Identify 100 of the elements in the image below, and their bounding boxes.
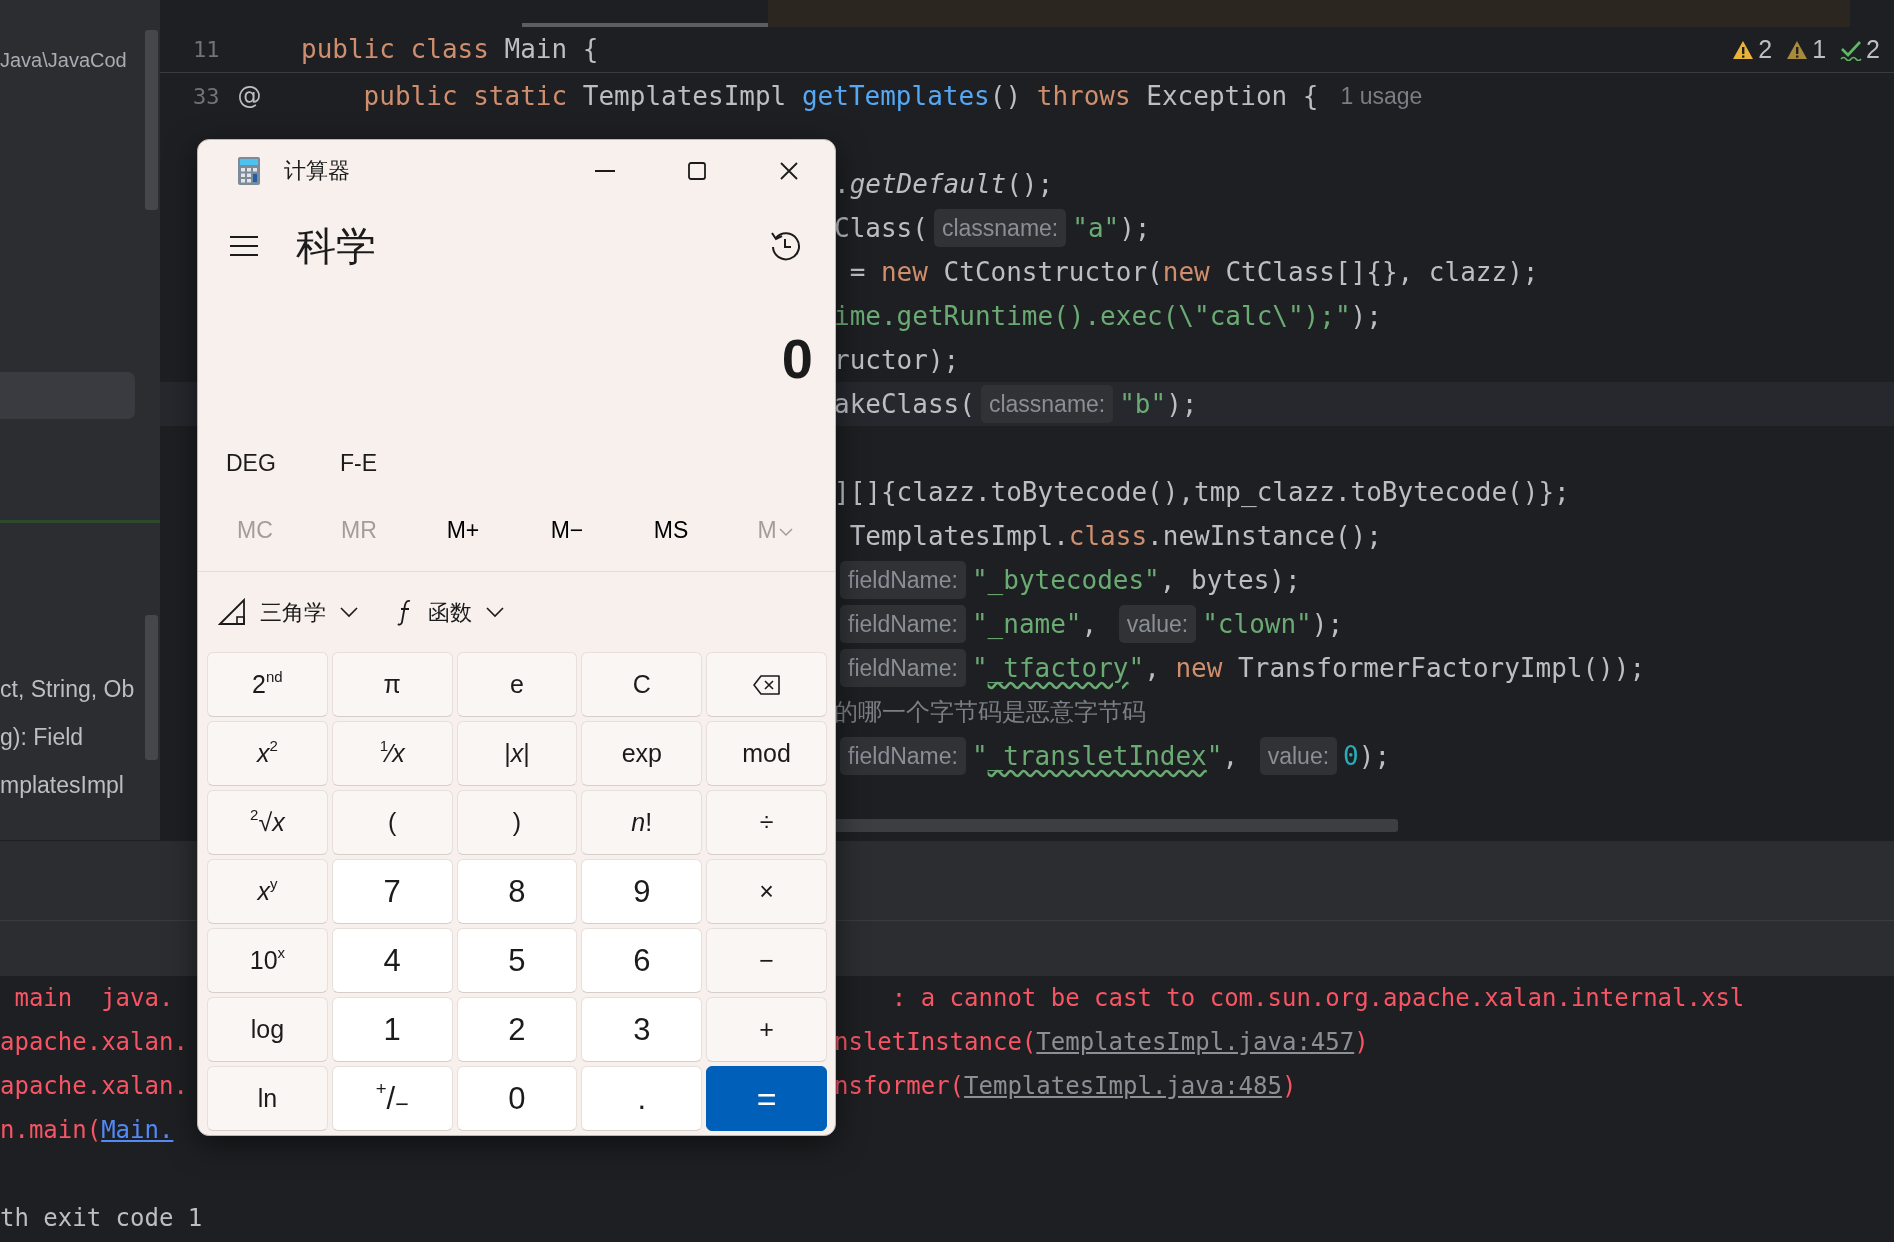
scrollbar[interactable] — [145, 615, 158, 760]
code-text: "_transletIndex", — [971, 739, 1240, 773]
inlay-hint: fieldName: — [840, 736, 966, 776]
backspace-button[interactable] — [706, 652, 827, 717]
code-text: 0); — [1343, 739, 1391, 773]
file-link[interactable]: Main. — [101, 1112, 174, 1148]
notation-button[interactable]: F-E — [340, 446, 454, 481]
code-text: "b"); — [1119, 387, 1198, 421]
problem-count: 2 — [1758, 33, 1773, 65]
calculator-key[interactable]: ( — [331, 790, 453, 855]
code-text: public class Main { — [301, 33, 599, 66]
chevron-icon — [778, 526, 793, 539]
memory-button[interactable]: M+ — [411, 513, 515, 548]
console-text: nsletInstance( — [834, 1027, 1037, 1058]
calculator-key[interactable]: x$^{2}$ — [207, 721, 328, 786]
calculator-key[interactable]: 8 — [456, 859, 578, 924]
calculator-key[interactable]: $^{1}$⁄x — [331, 721, 453, 786]
scrollbar[interactable] — [145, 30, 158, 210]
display-value: 0 — [781, 326, 813, 393]
calculator-key[interactable]: π — [331, 652, 453, 717]
angle-unit-button[interactable]: DEG — [226, 446, 340, 481]
calculator-key[interactable]: ) — [456, 790, 578, 855]
code-text: .getDefault(); — [834, 167, 1054, 201]
code-text: "a"); — [1072, 211, 1151, 245]
code-text: akeClass( — [834, 387, 975, 421]
close-icon — [779, 160, 799, 181]
calculator-key[interactable]: = — [706, 1066, 827, 1131]
inlay-hint: value: — [1118, 604, 1197, 644]
minimize-icon — [595, 169, 615, 172]
override-marker[interactable]: @ — [237, 78, 262, 114]
file-link[interactable]: TemplatesImpl.java:485 — [964, 1068, 1282, 1104]
code-text: "_tfactory", new TransformerFactoryImpl()); — [971, 651, 1646, 685]
calculator-key[interactable]: 3 — [581, 997, 703, 1062]
calculator-key[interactable]: 0 — [456, 1066, 578, 1131]
structure-item[interactable]: ct, String, Ob — [0, 665, 160, 713]
memory-button[interactable]: M− — [515, 513, 619, 548]
triangle-icon — [218, 598, 246, 627]
calculator-key[interactable]: log — [207, 997, 328, 1062]
code-text: "_bytecodes", bytes); — [971, 563, 1301, 597]
console-text: th exit code 1 — [0, 1203, 203, 1234]
calculator-key[interactable]: 6 — [581, 928, 703, 993]
window-title: 计算器 — [284, 157, 350, 186]
code-text: = new CtConstructor(new CtClass[]{}, clazz); — [848, 255, 1539, 289]
chevron-icon — [486, 606, 504, 619]
chevron-icon — [340, 606, 358, 619]
scrollbar[interactable] — [834, 819, 1398, 832]
calculator-key[interactable]: 10$^{x}$ — [207, 928, 328, 993]
calculator-key[interactable]: n! — [581, 790, 703, 855]
calculator-key[interactable]: mod — [706, 721, 827, 786]
calculator-key[interactable]: 1 — [331, 997, 453, 1062]
line-number: 33 — [193, 82, 220, 111]
code-text: TemplatesImpl.class.newInstance(); — [848, 519, 1382, 553]
calculator-key[interactable]: $^{+}$/$_{−}$ — [331, 1066, 453, 1131]
calculator-key[interactable]: 4 — [331, 928, 453, 993]
inlay-hint: fieldName: — [840, 648, 966, 688]
dropdown-button[interactable]: 三角学 — [218, 595, 358, 629]
calculator-key[interactable]: |x| — [456, 721, 578, 786]
calculator-key[interactable]: × — [706, 859, 827, 924]
project-path: Java\JavaCod — [0, 48, 127, 73]
calculator-key[interactable]: 2$^{nd}$ — [207, 652, 328, 717]
code-text: Class( — [834, 211, 928, 245]
calculator-key[interactable]: ln — [207, 1066, 328, 1131]
calculator-key[interactable]: C — [581, 652, 703, 717]
calculator-key[interactable]: 9 — [581, 859, 703, 924]
structure-item[interactable]: g): Field — [0, 713, 160, 761]
inlay-hint: fieldName: — [840, 560, 966, 600]
calculator-key[interactable]: − — [706, 928, 827, 993]
history-icon — [769, 229, 801, 262]
problem-count: 2 — [1866, 33, 1880, 65]
backspace-icon — [752, 673, 781, 696]
inlay-hint: value: — [1259, 736, 1338, 776]
file-link[interactable]: TemplatesImpl.java:457 — [1036, 1024, 1355, 1060]
inlay-hint: classname: — [980, 384, 1114, 424]
console-text: main java. — [13, 983, 174, 1014]
calculator-key[interactable]: e — [456, 652, 578, 717]
memory-button[interactable]: MS — [619, 513, 723, 548]
problem-count: 1 — [1812, 33, 1827, 65]
calculator-key[interactable]: $^{2}$√x — [207, 790, 328, 855]
calculator-icon — [238, 156, 260, 185]
structure-item[interactable]: mplatesImpl — [0, 761, 160, 809]
calculator-key[interactable]: 7 — [331, 859, 453, 924]
usage-hint[interactable]: 1 usage — [1340, 78, 1423, 114]
code-text: "_name", — [971, 607, 1099, 641]
console-text: apache.xalan. — [0, 1071, 188, 1102]
calculator-key[interactable]: exp — [581, 721, 703, 786]
calculator-key[interactable]: + — [706, 997, 827, 1062]
calculator-key[interactable]: . — [581, 1066, 703, 1131]
code-text: ime.getRuntime().exec(\"calc\");"); — [834, 299, 1382, 333]
code-text: "clown"); — [1202, 607, 1344, 641]
code-text: ][]{clazz.toBytecode(),tmp_clazz.toBytecode()}; — [834, 475, 1570, 509]
code-text: ructor); — [834, 343, 960, 377]
calculator-key[interactable]: 5 — [456, 928, 578, 993]
inlay-hint: fieldName: — [840, 604, 966, 644]
calculator-key[interactable]: ÷ — [706, 790, 827, 855]
code-comment: 的哪一个字节码是恶意字节码 — [834, 697, 1146, 728]
console-text: nsformer( — [834, 1071, 965, 1102]
dropdown-button[interactable]: 函数 — [396, 595, 504, 629]
menu-icon — [230, 233, 258, 258]
calculator-key[interactable]: 2 — [456, 997, 578, 1062]
calculator-key[interactable]: x$^{y}$ — [207, 859, 328, 924]
